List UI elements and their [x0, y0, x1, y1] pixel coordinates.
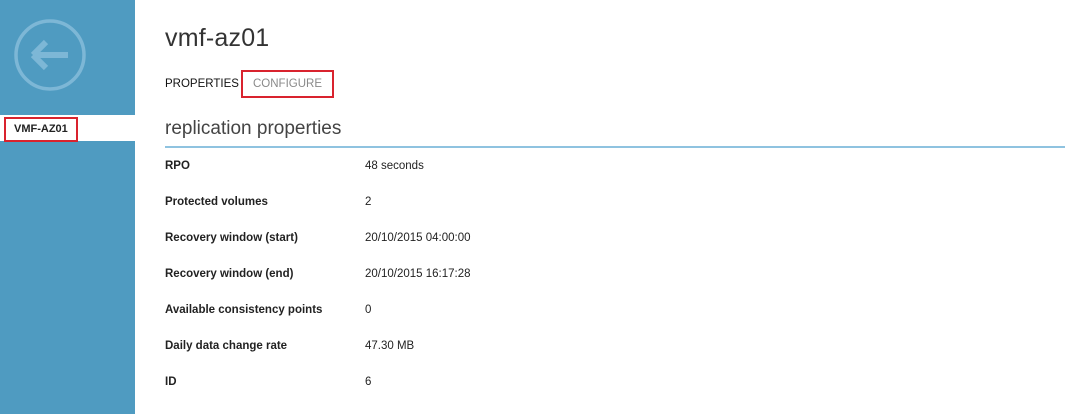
property-label: Available consistency points: [165, 304, 323, 316]
property-value: 6: [365, 376, 372, 388]
sidebar-item-vmf-az01[interactable]: VMF-AZ01: [0, 115, 135, 142]
property-value: 0: [365, 304, 372, 316]
section-title: replication properties: [165, 118, 342, 139]
property-row-daily-change-rate: Daily data change rate 47.30 MB: [165, 329, 1045, 365]
property-value: 48 seconds: [365, 160, 424, 172]
sidebar-item-label: VMF-AZ01: [4, 117, 78, 142]
property-label: Daily data change rate: [165, 340, 288, 352]
property-label: Recovery window (end): [165, 268, 294, 280]
property-row-protected-volumes: Protected volumes 2: [165, 185, 1045, 221]
sidebar: VMF-AZ01: [0, 0, 135, 414]
property-row-consistency-points: Available consistency points 0: [165, 293, 1045, 329]
property-value: 20/10/2015 04:00:00: [365, 232, 471, 244]
property-value: 20/10/2015 16:17:28: [365, 268, 471, 280]
property-value: 2: [365, 196, 372, 208]
property-row-recovery-window-end: Recovery window (end) 20/10/2015 16:17:2…: [165, 257, 1045, 293]
property-value: 47.30 MB: [365, 340, 415, 352]
property-row-recovery-window-start: Recovery window (start) 20/10/2015 04:00…: [165, 221, 1045, 257]
tab-properties[interactable]: PROPERTIES: [165, 70, 239, 98]
property-row-id: ID 6: [165, 365, 1045, 401]
back-button[interactable]: [13, 18, 87, 92]
property-label: RPO: [165, 160, 190, 172]
property-label: Recovery window (start): [165, 232, 298, 244]
property-label: ID: [165, 376, 177, 388]
section-divider: [165, 146, 1065, 148]
property-label: Protected volumes: [165, 196, 268, 208]
tab-configure[interactable]: CONFIGURE: [241, 70, 334, 98]
back-arrow-icon: [14, 19, 86, 91]
page-title: vmf-az01: [165, 24, 270, 52]
property-row-rpo: RPO 48 seconds: [165, 149, 1045, 185]
properties-list: RPO 48 seconds Protected volumes 2 Recov…: [165, 149, 1045, 401]
main-content: vmf-az01 PROPERTIES CONFIGURE replicatio…: [135, 0, 1091, 414]
